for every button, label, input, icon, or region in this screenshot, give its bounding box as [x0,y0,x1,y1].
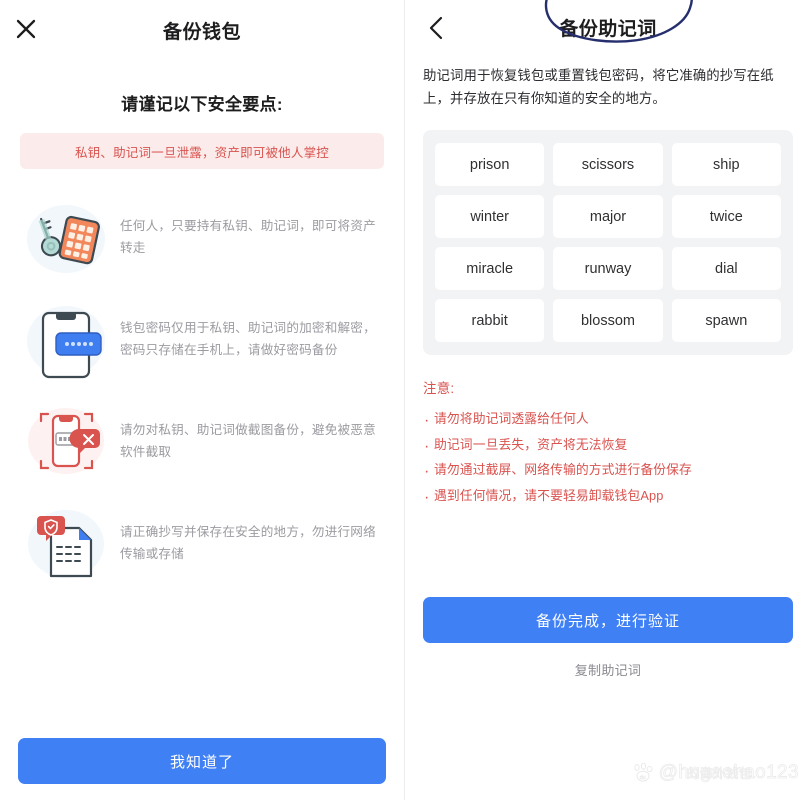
list-item-label: 任何人，只要持有私钥、助记词，即可将资产转走 [120,218,376,255]
mnemonic-word-grid: prison scissors ship winter major twice … [423,130,793,356]
list-item[interactable]: twice [671,195,781,239]
list-item[interactable]: runway [553,247,663,291]
verify-backup-button[interactable]: 备份完成，进行验证 [423,597,793,643]
list-item[interactable]: scissors [553,143,663,187]
phone-password-icon [18,297,114,381]
list-item: 请正确抄写并保存在安全的地方，勿进行网络传输或存储 [0,501,404,585]
right-navbar: 备份助记词 [405,0,811,62]
got-it-button[interactable]: 我知道了 [18,738,386,784]
notice-list: 请勿将助记词透露给任何人 助记词一旦丢失，资产将无法恢复 请勿通过截屏、网络传输… [423,405,793,514]
left-page-title: 备份钱包 [162,21,241,43]
list-item: 请勿将助记词透露给任何人 [423,405,793,437]
list-item[interactable]: major [553,195,663,239]
list-item: 请勿通过截屏、网络传输的方式进行备份保存 [423,456,793,488]
security-points-heading: 请谨记以下安全要点: [121,95,283,114]
list-item[interactable]: miracle [435,247,545,291]
list-item[interactable]: dial [671,247,781,291]
left-panel-backup-wallet: 备份钱包 请谨记以下安全要点: 私钥、助记词一旦泄露，资产即可被他人掌控 任何人… [0,0,405,800]
list-item[interactable]: prison [435,143,545,187]
list-item: 助记词一旦丢失，资产将无法恢复 [423,431,793,463]
right-actions: 备份完成，进行验证 复制助记词 [423,597,793,679]
left-navbar: 备份钱包 [0,0,404,60]
list-item: 钱包密码仅用于私钥、助记词的加密和解密，密码只存储在手机上，请做好密码备份 [0,297,404,381]
security-alert-banner: 私钥、助记词一旦泄露，资产即可被他人掌控 [20,133,384,169]
got-it-button-wrap: 我知道了 [18,738,386,784]
right-panel-backup-mnemonic: 备份助记词 助记词用于恢复钱包或重置钱包密码，将它准确的抄写在纸上，并存放在只有… [405,0,811,800]
list-item-label: 请正确抄写并保存在安全的地方，勿进行网络传输或存储 [120,524,376,561]
list-item-label: 请勿对私钥、助记词做截图备份，避免被恶意软件截取 [120,422,376,459]
right-page-title: 备份助记词 [559,19,657,40]
backup-wallet-screen: 备份钱包 请谨记以下安全要点: 私钥、助记词一旦泄露，资产即可被他人掌控 任何人… [0,0,811,800]
list-item-label: 钱包密码仅用于私钥、助记词的加密和解密，密码只存储在手机上，请做好密码备份 [120,320,376,357]
list-item[interactable]: winter [435,195,545,239]
key-and-mnemonic-card-icon [18,195,114,279]
no-screenshot-icon [18,399,114,483]
list-item: 遇到任何情况，请不要轻易卸载钱包App [423,482,793,514]
notice-heading: 注意: [423,381,455,397]
close-icon[interactable] [13,16,39,42]
list-item[interactable]: rabbit [435,299,545,343]
copy-mnemonic-link[interactable]: 复制助记词 [423,660,793,679]
mnemonic-description: 助记词用于恢复钱包或重置钱包密码，将它准确的抄写在纸上，并存放在只有你知道的安全… [423,68,774,107]
security-tips-list: 任何人，只要持有私钥、助记词，即可将资产转走 钱包密码仅用于私钥、助记词的加密和… [0,195,404,585]
list-item: 请勿对私钥、助记词做截图备份，避免被恶意软件截取 [0,399,404,483]
list-item: 任何人，只要持有私钥、助记词，即可将资产转走 [0,195,404,279]
list-item[interactable]: spawn [671,299,781,343]
list-item[interactable]: ship [671,143,781,187]
list-item[interactable]: blossom [553,299,663,343]
paper-backup-shield-icon [18,501,114,585]
